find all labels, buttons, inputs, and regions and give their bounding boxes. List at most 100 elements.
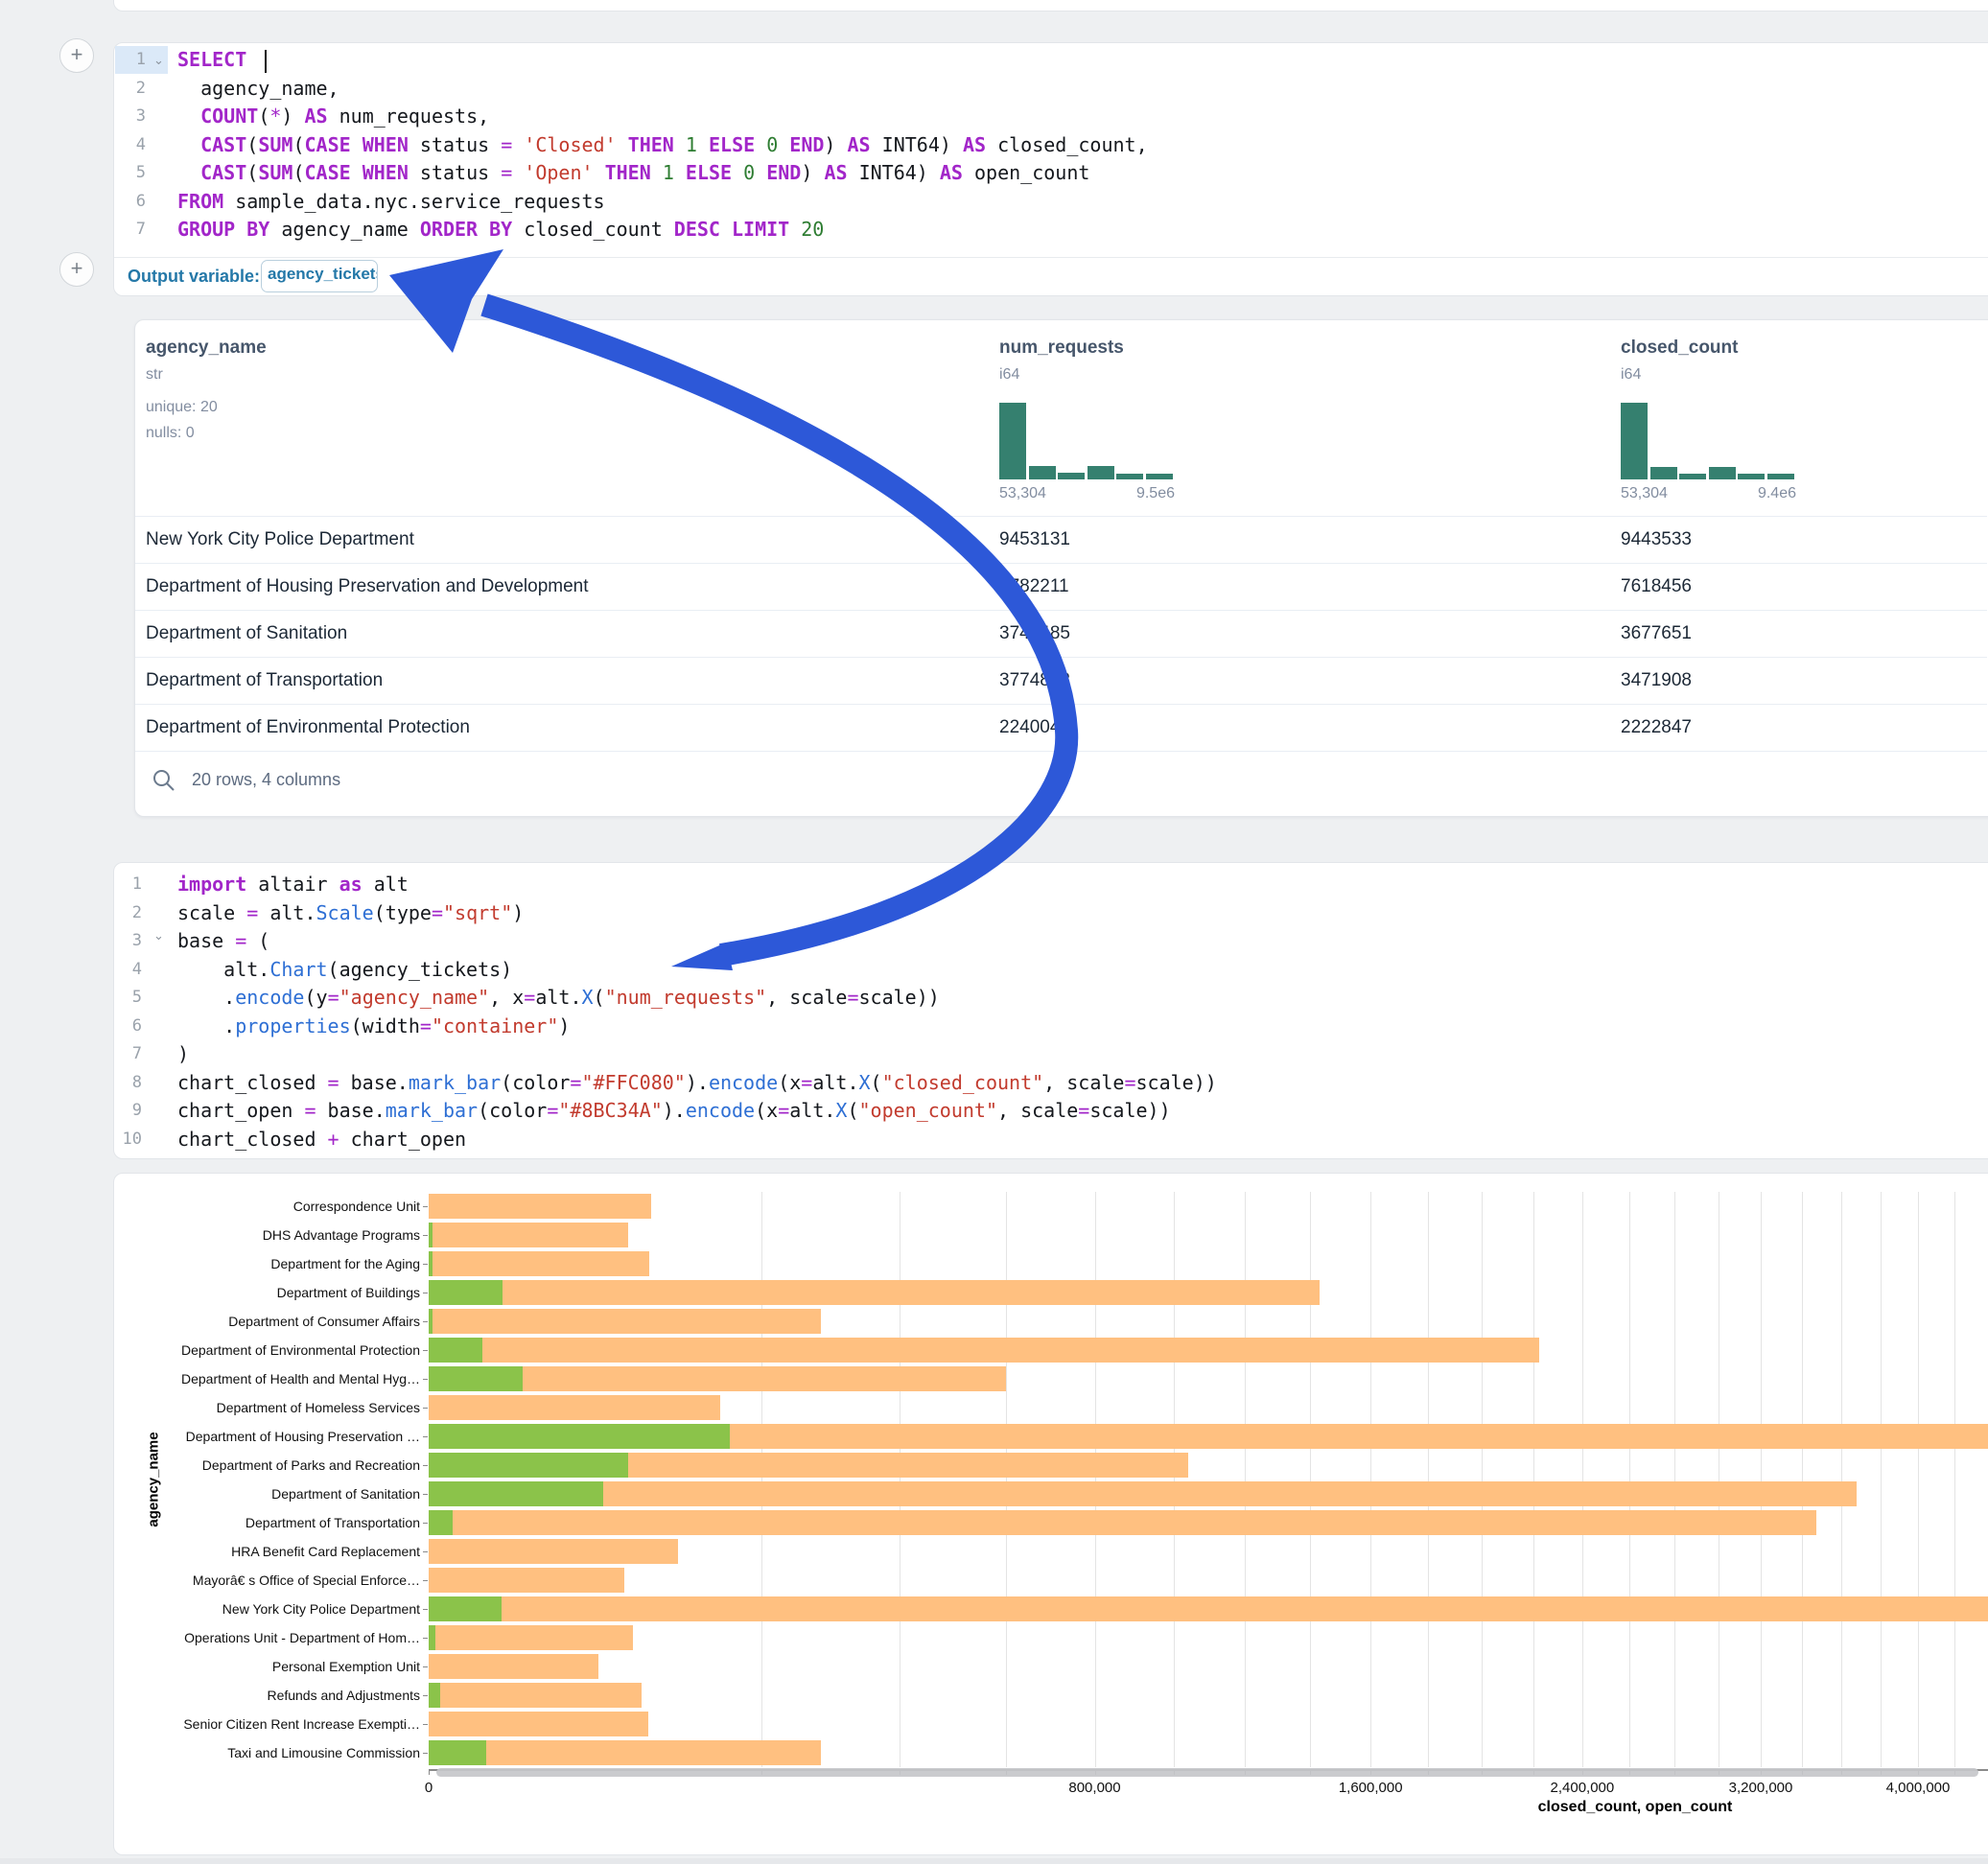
table-cell[interactable]: 2240041 xyxy=(999,717,1070,738)
y-axis-label: Taxi and Limousine Commission xyxy=(132,1745,420,1760)
column-type: str xyxy=(146,366,163,384)
gridline xyxy=(1095,1192,1096,1767)
code-token: (type xyxy=(374,901,432,924)
horizontal-scrollbar[interactable] xyxy=(436,1768,1978,1777)
code-token: ( xyxy=(258,105,269,128)
y-axis-tick xyxy=(423,1436,428,1437)
code-token: 1 xyxy=(686,133,697,156)
code-token: * xyxy=(269,105,281,128)
histogram-bar xyxy=(1679,474,1706,479)
closed-count-bar xyxy=(429,1481,1857,1506)
y-axis-tick xyxy=(423,1523,428,1524)
table-cell[interactable]: 7618456 xyxy=(1621,576,1692,597)
code-line: scale = alt.Scale(type="sqrt") xyxy=(177,899,524,927)
gridline xyxy=(1674,1192,1675,1767)
code-token: INT64) xyxy=(871,133,963,156)
y-axis-label: New York City Police Department xyxy=(132,1601,420,1617)
code-token: = xyxy=(1124,1071,1135,1094)
code-token: ( xyxy=(292,161,304,184)
y-axis-label: Mayorâ€ s Office of Special Enforce… xyxy=(132,1573,420,1588)
y-axis-tick xyxy=(423,1465,428,1466)
code-token: = xyxy=(570,1071,581,1094)
y-axis-tick xyxy=(423,1494,428,1495)
gridline xyxy=(1881,1192,1882,1767)
collapse-chevron-icon[interactable]: ⌄ xyxy=(153,928,164,944)
code-token: chart_closed xyxy=(177,1071,328,1094)
code-token: END xyxy=(789,133,824,156)
table-cell[interactable]: Department of Sanitation xyxy=(146,623,347,644)
table-cell[interactable]: 3774892 xyxy=(999,670,1070,691)
code-token xyxy=(351,161,363,184)
row-divider xyxy=(135,516,1987,517)
table-cell[interactable]: 3749485 xyxy=(999,623,1070,644)
y-axis-label: Department for the Aging xyxy=(132,1256,420,1271)
closed-count-bar xyxy=(429,1712,648,1736)
notebook-page: + 1234567 ⌄ SELECT agency_name, COUNT(*)… xyxy=(0,0,1988,1864)
y-axis-label: DHS Advantage Programs xyxy=(132,1227,420,1243)
code-token: . xyxy=(177,1014,235,1037)
code-token: 0 xyxy=(766,133,778,156)
row-divider xyxy=(135,704,1987,705)
y-axis-tick xyxy=(423,1638,428,1639)
table-cell[interactable]: 3677651 xyxy=(1621,623,1692,644)
column-header[interactable]: num_requests xyxy=(999,338,1124,359)
code-token: base. xyxy=(339,1071,409,1094)
open-count-bar xyxy=(429,1251,433,1276)
code-token: = xyxy=(778,1099,789,1122)
output-variable-input[interactable]: agency_tickets xyxy=(261,260,378,292)
code-token: num_requests, xyxy=(328,105,490,128)
code-token: Chart xyxy=(269,958,327,981)
gridline xyxy=(1582,1192,1583,1767)
table-cell[interactable]: Department of Housing Preservation and D… xyxy=(146,576,589,597)
x-axis-tick-label: 0 xyxy=(371,1780,486,1796)
add-cell-button-middle[interactable]: + xyxy=(59,252,94,287)
code-token: alt. xyxy=(789,1099,835,1122)
code-line: base = ( xyxy=(177,927,269,955)
code-token xyxy=(617,133,628,156)
table-cell[interactable]: New York City Police Department xyxy=(146,529,414,550)
code-token: = xyxy=(1078,1099,1089,1122)
text-cursor xyxy=(265,50,267,73)
code-token: ) xyxy=(512,901,524,924)
search-icon[interactable] xyxy=(152,768,176,793)
code-token: ). xyxy=(686,1071,709,1094)
code-token: mark_bar xyxy=(386,1099,478,1122)
code-token: CASE xyxy=(304,161,350,184)
table-cell[interactable]: 2222847 xyxy=(1621,717,1692,738)
code-token: chart_closed xyxy=(177,1128,328,1151)
line-number: 3 xyxy=(107,106,146,126)
code-token: (color xyxy=(478,1099,547,1122)
column-header[interactable]: agency_name xyxy=(146,338,267,359)
code-token: = xyxy=(432,901,443,924)
column-header[interactable]: closed_count xyxy=(1621,338,1738,359)
code-token: scale xyxy=(177,901,246,924)
add-cell-button-top[interactable]: + xyxy=(59,38,94,73)
code-token xyxy=(594,161,605,184)
table-cell[interactable]: 9453131 xyxy=(999,529,1070,550)
line-number: 4 xyxy=(107,135,146,154)
table-row-count: 20 rows, 4 columns xyxy=(192,770,340,790)
open-count-bar xyxy=(429,1338,482,1363)
closed-count-bar xyxy=(429,1338,1539,1363)
gridline xyxy=(1841,1192,1842,1767)
table-cell[interactable]: 7782211 xyxy=(999,576,1069,597)
y-axis-tick xyxy=(423,1551,428,1552)
open-count-bar xyxy=(429,1280,503,1305)
code-token: scale)) xyxy=(859,986,940,1009)
table-cell[interactable]: Department of Environmental Protection xyxy=(146,717,470,738)
code-token: ( xyxy=(847,1099,858,1122)
collapse-chevron-icon[interactable]: ⌄ xyxy=(153,53,164,68)
y-axis-label: Department of Buildings xyxy=(132,1285,420,1300)
column-type: i64 xyxy=(1621,366,1641,384)
table-cell[interactable]: 9443533 xyxy=(1621,529,1692,550)
histogram-min-label: 53,304 xyxy=(1621,485,1668,502)
table-cell[interactable]: Department of Transportation xyxy=(146,670,383,691)
open-count-bar xyxy=(429,1596,502,1621)
code-token: mark_bar xyxy=(409,1071,501,1094)
code-token: Scale xyxy=(316,901,374,924)
y-axis-label: Department of Transportation xyxy=(132,1515,420,1530)
table-cell[interactable]: 3471908 xyxy=(1621,670,1692,691)
code-token xyxy=(246,48,258,71)
code-token: ( xyxy=(246,929,269,952)
code-token: , scale xyxy=(997,1099,1078,1122)
